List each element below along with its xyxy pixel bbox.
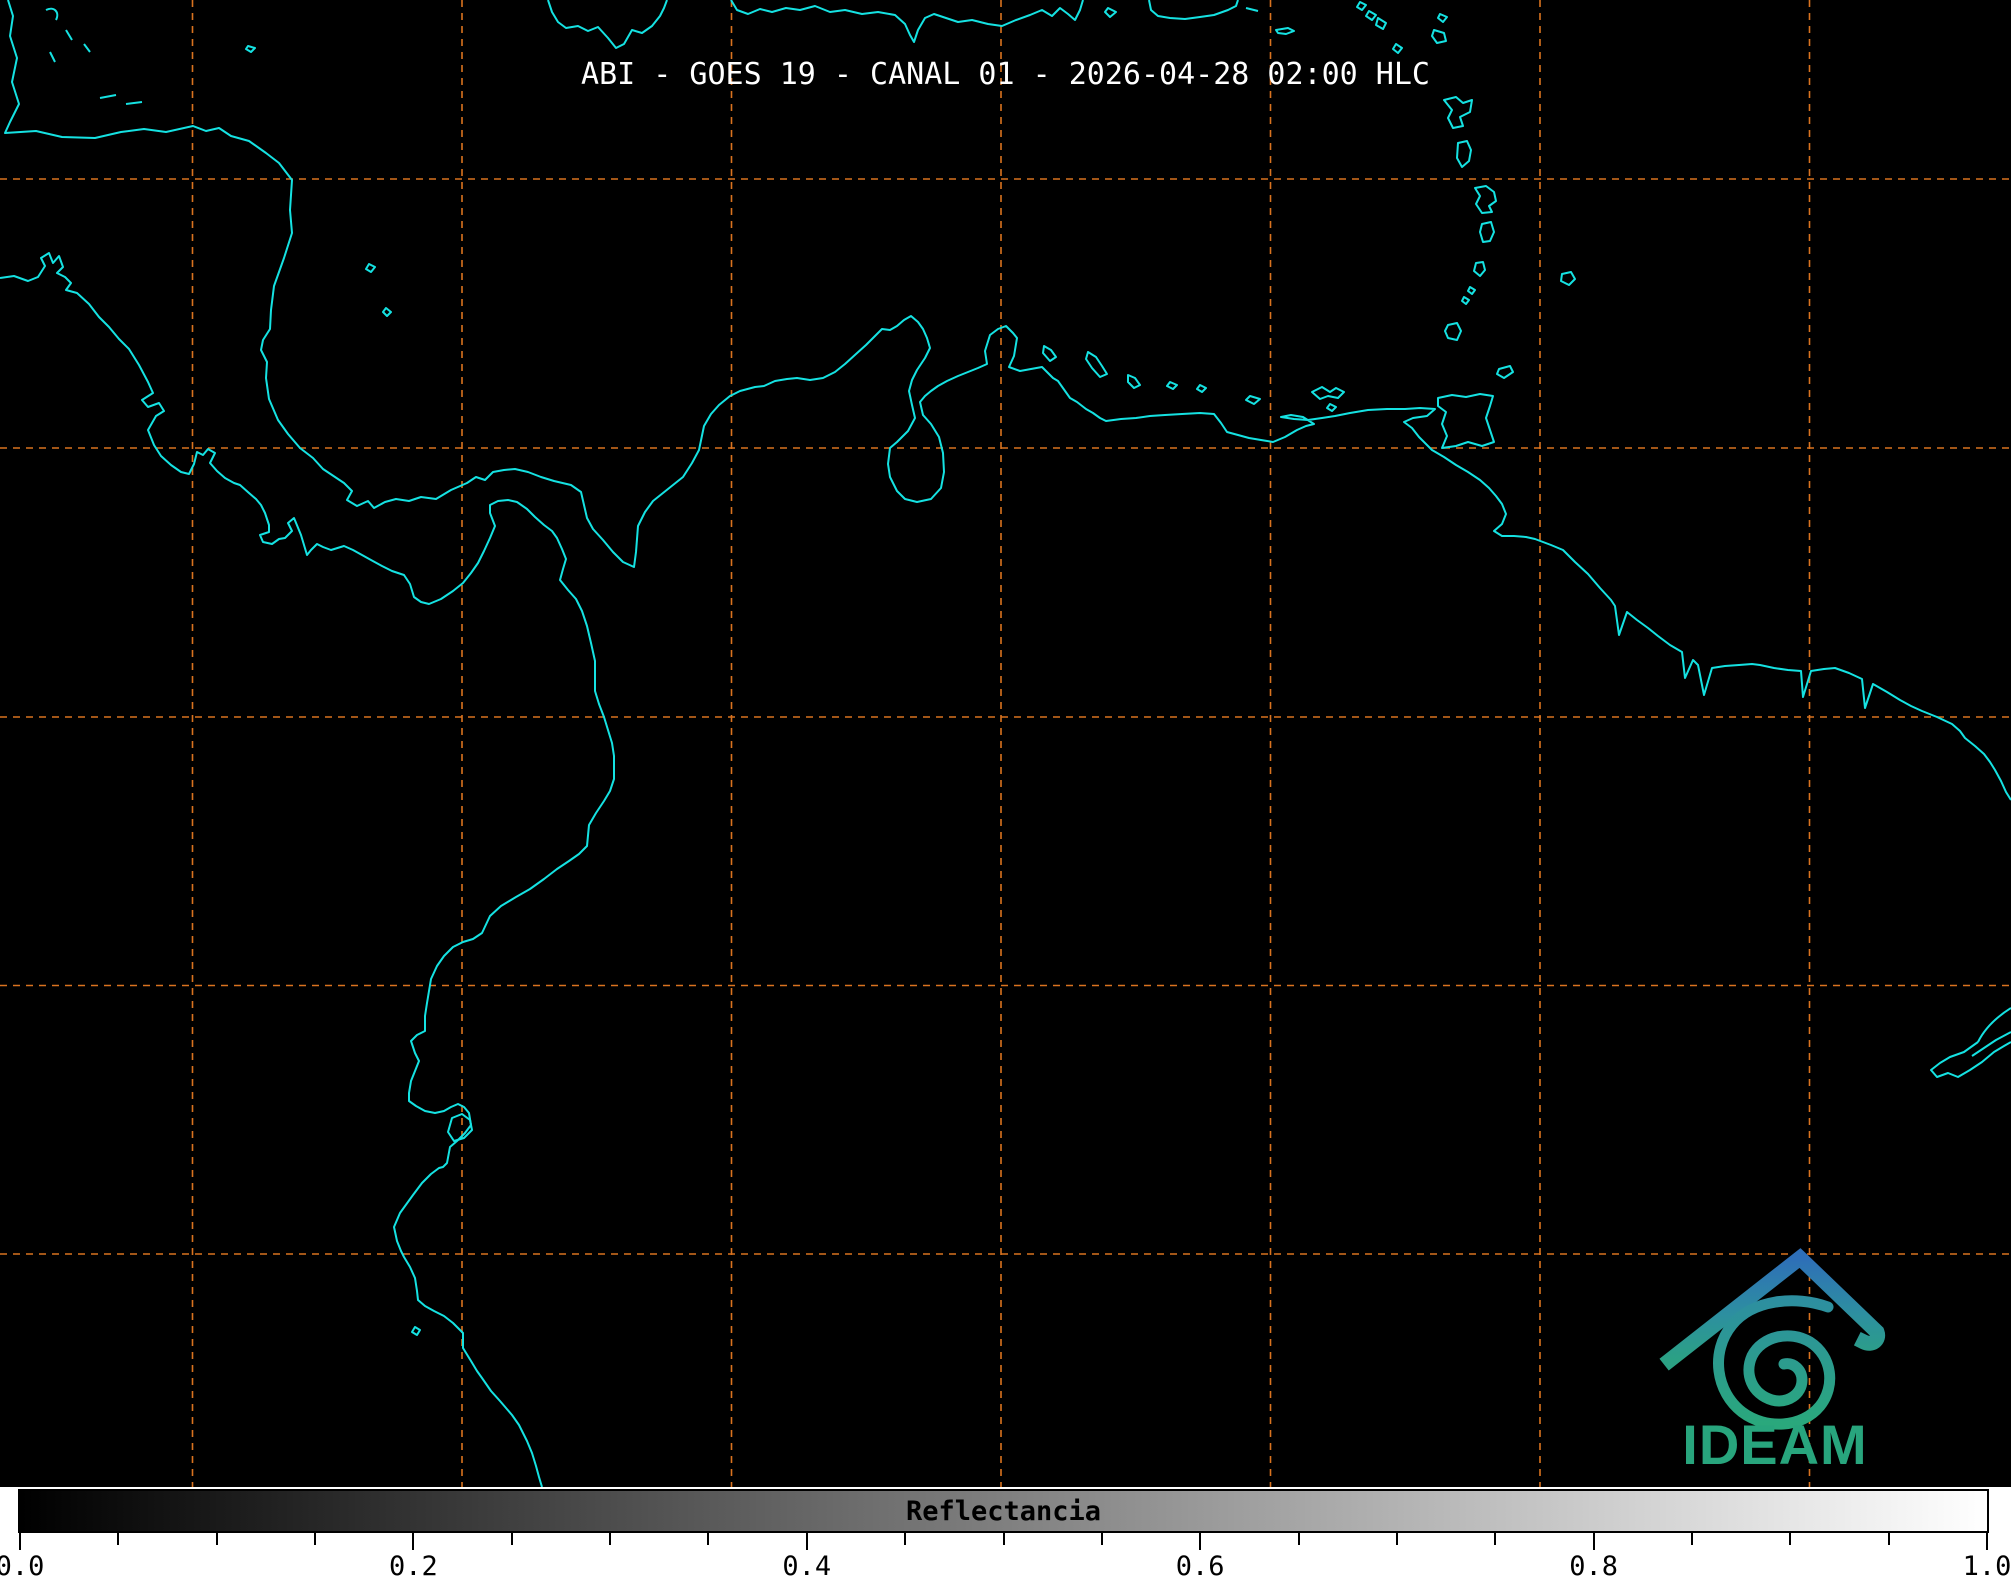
coastline-pacific-coast-central-america-to-peru	[0, 252, 615, 1487]
colorbar-major-tick	[19, 1533, 21, 1550]
coastline-st-lucia-island	[1479, 221, 1495, 243]
coastline-grenada-island	[1444, 322, 1462, 341]
colorbar-minor-tick	[314, 1533, 317, 1545]
colorbar-minor-tick	[1395, 1533, 1398, 1545]
coastline-st-vincent-island	[1473, 261, 1486, 277]
ideam-logo-text: IDEAM	[1682, 1413, 1868, 1476]
colorbar-minor-tick	[117, 1533, 120, 1545]
coastline-jamaica-south-coast	[547, 0, 668, 49]
coastline-curacao-island	[1085, 351, 1108, 378]
colorbar-minor-tick	[215, 1533, 218, 1545]
coastline-belize-honduras-nicaragua-panama-colombia-venezuela-guianas-coast	[4, 0, 2011, 801]
coastline-vieques-island	[1245, 7, 1259, 12]
colorbar-tick-label: 0.2	[389, 1551, 438, 1577]
colorbar-minor-tick	[1297, 1533, 1300, 1545]
coastline-lobos-island	[411, 1326, 421, 1336]
coastline-st-kitts-nevis	[1375, 17, 1387, 30]
coastline-barbuda-island	[1437, 13, 1448, 23]
colorbar-minor-tick	[510, 1533, 513, 1545]
colorbar-minor-tick	[1494, 1533, 1497, 1545]
colorbar-gradient-bar: Reflectancia	[18, 1489, 1989, 1533]
coastline-dominica-island	[1456, 140, 1472, 168]
coastline-los-roques-orchila-islands	[1166, 381, 1207, 393]
colorbar-area: Reflectancia 0.0 0.2 0.4 0.6 0.8 1.0	[0, 1487, 2011, 1577]
colorbar-minor-tick	[1887, 1533, 1890, 1545]
coastline-montserrat-island	[1392, 43, 1403, 54]
coastline-swan-island	[245, 45, 256, 53]
coastline-tobago-island	[1496, 365, 1514, 379]
coastline-aruba-island	[1042, 345, 1057, 362]
coastline-st-croix-island	[1275, 27, 1295, 35]
coastline-barbados-island	[1560, 271, 1576, 286]
colorbar-tick-label: 1.0	[1962, 1551, 2011, 1577]
ideam-logo: IDEAM	[1640, 1230, 1910, 1480]
coastline-puerto-rico-south-coast	[1148, 0, 1239, 20]
colorbar-major-tick	[805, 1533, 808, 1550]
coastline-bay-islands-honduras	[99, 94, 143, 105]
colorbar-minor-tick	[904, 1533, 907, 1545]
colorbar-major-tick	[412, 1533, 415, 1550]
coastline-margarita-island	[1311, 386, 1345, 412]
coastline-antigua-island	[1431, 29, 1447, 44]
colorbar-tick-label: 0.6	[1175, 1551, 1225, 1577]
colorbar-minor-tick	[707, 1533, 710, 1545]
coastline-saba-statia-islands	[1356, 1, 1377, 21]
coastline-bonaire-island	[1127, 374, 1141, 389]
coastline-trinidad-island	[1437, 393, 1495, 449]
colorbar-minor-tick	[609, 1533, 612, 1545]
colorbar-major-tick	[1592, 1533, 1595, 1550]
coastline-guadeloupe-island	[1443, 96, 1473, 129]
coastline-hispaniola-south-coast	[730, 0, 1084, 43]
colorbar-tick-label: 0.0	[0, 1551, 45, 1577]
colorbar-label: Reflectancia	[905, 1496, 1102, 1527]
coastline-beata-island	[1104, 7, 1117, 18]
colorbar-minor-tick	[1100, 1533, 1103, 1545]
map-area: ABI - GOES 19 - CANAL 01 - 2026-04-28 02…	[0, 0, 2011, 1487]
colorbar-tick-label: 0.4	[782, 1551, 832, 1577]
colorbar-minor-tick	[1002, 1533, 1005, 1545]
image-title: ABI - GOES 19 - CANAL 01 - 2026-04-28 02…	[581, 57, 1430, 92]
coastline-providencia-san-andres-islands	[365, 263, 392, 317]
coastline-martinique-island	[1474, 185, 1497, 214]
mountain-roof-icon	[1659, 1248, 1886, 1371]
coastline-belize-cays	[45, 7, 91, 63]
colorbar-major-tick	[1986, 1533, 1988, 1550]
colorbar-minor-tick	[1690, 1533, 1693, 1545]
coastline-grenadines-islands	[1461, 286, 1476, 305]
coastline-la-tortuga-island	[1245, 395, 1261, 405]
colorbar-major-tick	[1199, 1533, 1202, 1550]
satellite-image-figure: ABI - GOES 19 - CANAL 01 - 2026-04-28 02…	[0, 0, 2011, 1577]
colorbar-tick-label: 0.8	[1569, 1551, 1618, 1577]
colorbar-minor-tick	[1789, 1533, 1792, 1545]
hurricane-spiral-icon	[1713, 1295, 1836, 1430]
coastline-amazon-estuary	[1930, 1007, 2011, 1078]
